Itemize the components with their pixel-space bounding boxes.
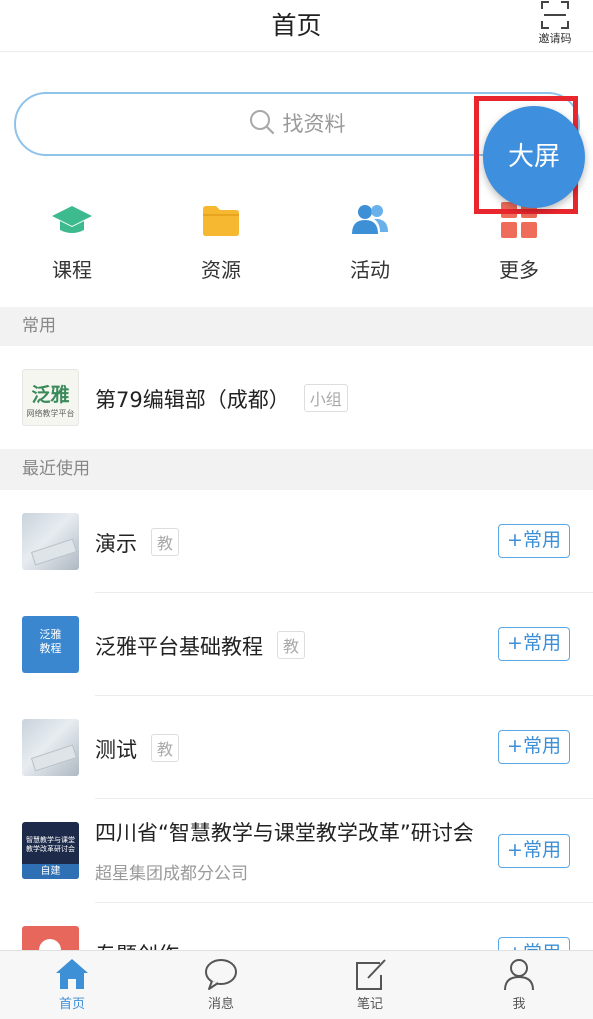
thumb-logo-sub: 网络教学平台 [26, 409, 75, 418]
page-title: 首页 [271, 11, 322, 40]
item-title: 第79编辑部（成都） 小组 [95, 384, 348, 414]
tab-label: 我 [512, 997, 526, 1012]
people-icon [352, 205, 388, 234]
item-title-text: 演示 [95, 532, 137, 556]
list-item[interactable]: 测试教 +常用 [0, 696, 593, 799]
group-thumbnail: 泛雅 网络教学平台 [22, 369, 79, 426]
add-frequent-button[interactable]: +常用 [498, 834, 570, 868]
invite-code-button[interactable]: 邀请码 [533, 0, 577, 50]
list-item[interactable]: 演示教 +常用 [0, 490, 593, 593]
search-icon [249, 110, 274, 135]
list-item[interactable]: 泛雅 网络教学平台 第79编辑部（成都） 小组 [0, 346, 593, 449]
big-screen-button[interactable]: 大屏 [483, 106, 585, 208]
thumb-text: 智慧教学与课堂教学改革研讨会 [26, 836, 75, 853]
quick-nav-resources[interactable]: 资源 [171, 190, 271, 290]
item-tag: 教 [277, 631, 306, 659]
quick-nav-label: 更多 [499, 258, 539, 282]
quick-nav-courses[interactable]: 课程 [22, 190, 122, 290]
list-item[interactable]: 泛雅 教程 泛雅平台基础教程教 +常用 [0, 593, 593, 696]
item-title-text: 四川省“智慧教学与课堂教学改革”研讨会 [95, 821, 474, 845]
item-title-text: 测试 [95, 738, 137, 762]
quick-nav-activities[interactable]: 活动 [320, 190, 420, 290]
tab-label: 首页 [58, 997, 85, 1012]
item-tag: 小组 [303, 384, 348, 412]
course-thumbnail [22, 719, 79, 776]
invite-code-label: 邀请码 [538, 32, 572, 45]
tab-label: 消息 [207, 997, 234, 1012]
tab-me[interactable]: 我 [469, 957, 569, 1012]
home-icon [56, 959, 88, 989]
thumb-logo-text: 泛雅 [31, 384, 70, 406]
header: 首页 邀请码 [0, 0, 593, 52]
tab-notes[interactable]: 笔记 [320, 957, 420, 1012]
thumb-label: 自建 [22, 864, 79, 879]
course-thumbnail: 泛雅 教程 [22, 616, 79, 673]
item-subtitle: 超星集团成都分公司 [95, 864, 248, 884]
section-header-recent: 最近使用 [0, 449, 593, 490]
search-placeholder: 找资料 [282, 112, 346, 136]
add-frequent-button[interactable]: +常用 [498, 730, 570, 764]
tab-messages[interactable]: 消息 [171, 957, 271, 1012]
graduation-cap-icon [52, 206, 92, 233]
tab-label: 笔记 [356, 997, 383, 1012]
item-tag: 教 [151, 734, 180, 762]
item-tag: 教 [151, 528, 180, 556]
add-frequent-button[interactable]: +常用 [498, 627, 570, 661]
item-title-text: 泛雅平台基础教程 [95, 635, 263, 659]
tab-bar: 首页 消息 笔记 我 [0, 950, 593, 1019]
quick-nav-label: 资源 [201, 258, 241, 282]
item-title-text: 第79编辑部（成都） [95, 388, 290, 412]
scan-icon [541, 1, 569, 29]
quick-nav-label: 活动 [350, 258, 390, 282]
quick-nav-label: 课程 [52, 258, 92, 282]
thumb-text: 泛雅 教程 [39, 628, 62, 655]
course-thumbnail: 智慧教学与课堂教学改革研讨会 自建 [22, 822, 79, 879]
note-icon [356, 959, 386, 990]
folder-icon [203, 206, 239, 236]
message-icon [205, 959, 237, 990]
section-header-frequent: 常用 [0, 307, 593, 346]
home-page: 首页 邀请码 找资料 课程 资源 活动 更多 大屏 常用 泛雅 网络教学平台 第… [0, 0, 593, 1019]
list-item[interactable]: 智慧教学与课堂教学改革研讨会 自建 四川省“智慧教学与课堂教学改革”研讨会 超星… [0, 799, 593, 903]
course-thumbnail [22, 513, 79, 570]
add-frequent-button[interactable]: +常用 [498, 524, 570, 558]
user-icon [504, 959, 534, 991]
tab-home[interactable]: 首页 [22, 957, 122, 1012]
